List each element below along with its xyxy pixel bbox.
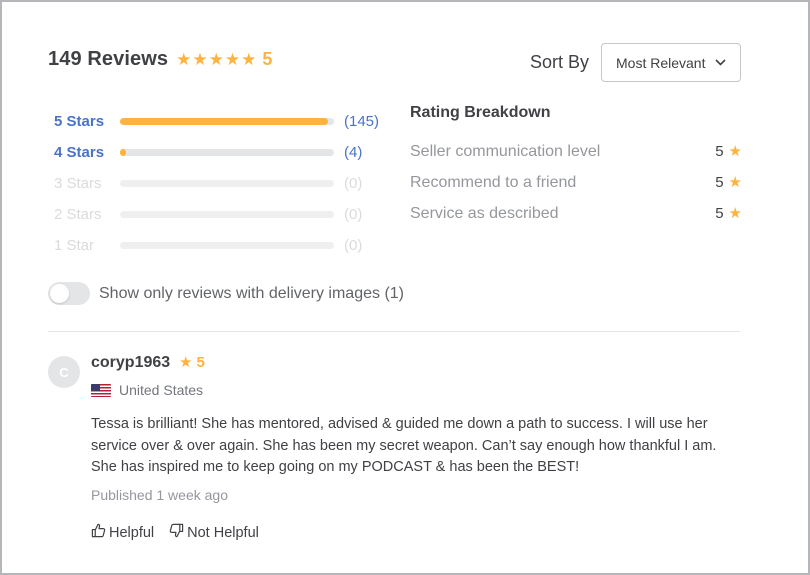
breakdown-score: 5 xyxy=(715,205,724,222)
star-row-3: 3 Stars (0) xyxy=(54,168,384,199)
review-text: Tessa is brilliant! She has mentored, ad… xyxy=(91,416,717,475)
star-row-track xyxy=(120,149,334,156)
star-row-label: 2 Stars xyxy=(54,206,102,223)
reviewer-rating-value: 5 xyxy=(196,354,205,371)
chevron-down-icon xyxy=(715,57,727,69)
star-row-count: (0) xyxy=(344,175,363,192)
star-icon: ★ xyxy=(728,143,742,160)
sort-label: Sort By xyxy=(530,52,590,72)
breakdown-row: Service as described 5 ★ xyxy=(410,198,742,229)
country-name: United States xyxy=(119,382,204,398)
star-icon: ★ xyxy=(192,50,208,69)
published-date: Published 1 week ago xyxy=(91,487,228,503)
star-row-label[interactable]: 4 Stars xyxy=(54,144,120,161)
breakdown-score: 5 xyxy=(715,174,724,191)
star-icon: ★ xyxy=(224,50,241,69)
thumbs-up-icon xyxy=(91,523,109,542)
star-icon: ★ xyxy=(208,50,224,69)
breakdown-label: Recommend to a friend xyxy=(410,173,577,191)
star-icon: ★ xyxy=(728,174,742,191)
breakdown-value: 5 ★ xyxy=(715,143,742,160)
star-row-count: (0) xyxy=(344,237,363,254)
breakdown-value: 5 ★ xyxy=(715,205,742,222)
star-row-track xyxy=(120,180,334,187)
rating-breakdown-title: Rating Breakdown xyxy=(410,104,551,121)
thumbs-down-icon xyxy=(169,523,187,542)
star-icon: ★ xyxy=(176,50,192,69)
overall-stars: ★ ★ ★ ★ ★ xyxy=(176,51,256,68)
reviewer-rating: ★ 5 xyxy=(179,354,205,371)
us-flag-icon xyxy=(91,383,111,397)
not-helpful-button[interactable]: Not Helpful xyxy=(169,523,259,542)
star-icon: ★ xyxy=(728,205,742,222)
reviews-header: 149 Reviews ★ ★ ★ ★ ★ 5 xyxy=(48,48,272,71)
avatar[interactable]: C xyxy=(48,356,80,388)
star-row-fill xyxy=(120,149,126,156)
star-row-count: (0) xyxy=(344,206,363,223)
reviewer-country: United States xyxy=(91,382,203,398)
review-feedback: Helpful Not Helpful xyxy=(91,523,274,542)
star-icon: ★ xyxy=(241,50,257,69)
star-row-4[interactable]: 4 Stars (4) xyxy=(54,137,384,168)
overall-rating: 5 xyxy=(262,49,273,69)
star-icon: ★ xyxy=(179,354,193,371)
star-row-track xyxy=(120,242,334,249)
rating-breakdown: Rating Breakdown Seller communication le… xyxy=(410,104,742,229)
star-row-label: 1 Star xyxy=(54,237,95,254)
star-row-label: 3 Stars xyxy=(54,175,102,192)
star-row-count: (4) xyxy=(344,144,363,161)
star-row-label[interactable]: 5 Stars xyxy=(54,113,120,130)
helpful-button[interactable]: Helpful xyxy=(91,523,154,542)
reviews-count: 149 Reviews xyxy=(48,48,169,70)
breakdown-row: Recommend to a friend 5 ★ xyxy=(410,167,742,198)
star-row-5[interactable]: 5 Stars (145) xyxy=(54,106,384,137)
sort-dropdown[interactable]: Most Relevant xyxy=(601,43,741,82)
helpful-label: Helpful xyxy=(109,524,155,541)
star-row-fill xyxy=(120,118,329,125)
star-row-1: 1 Star (0) xyxy=(54,230,384,261)
sort-selected-value: Most Relevant xyxy=(616,54,706,71)
breakdown-value: 5 ★ xyxy=(715,174,742,191)
review-panel: 149 Reviews ★ ★ ★ ★ ★ 5 Sort By Most Rel… xyxy=(0,0,810,575)
not-helpful-label: Not Helpful xyxy=(187,524,259,541)
star-row-track xyxy=(120,211,334,218)
delivery-images-toggle-label[interactable]: Show only reviews with delivery images (… xyxy=(99,285,404,303)
star-distribution: 5 Stars (145) 4 Stars (4) 3 Stars (0) 2 … xyxy=(54,106,384,261)
star-row-2: 2 Stars (0) xyxy=(54,199,384,230)
toggle-knob xyxy=(50,284,69,303)
delivery-images-toggle[interactable] xyxy=(48,282,90,305)
breakdown-score: 5 xyxy=(715,143,724,160)
divider xyxy=(48,331,740,332)
star-row-count: (145) xyxy=(344,113,380,130)
breakdown-label: Service as described xyxy=(410,204,559,222)
breakdown-row: Seller communication level 5 ★ xyxy=(410,136,742,167)
star-row-track xyxy=(120,118,334,125)
delivery-images-filter: Show only reviews with delivery images (… xyxy=(48,282,404,305)
reviewer-username[interactable]: coryp1963 xyxy=(91,354,170,372)
breakdown-label: Seller communication level xyxy=(410,142,601,160)
